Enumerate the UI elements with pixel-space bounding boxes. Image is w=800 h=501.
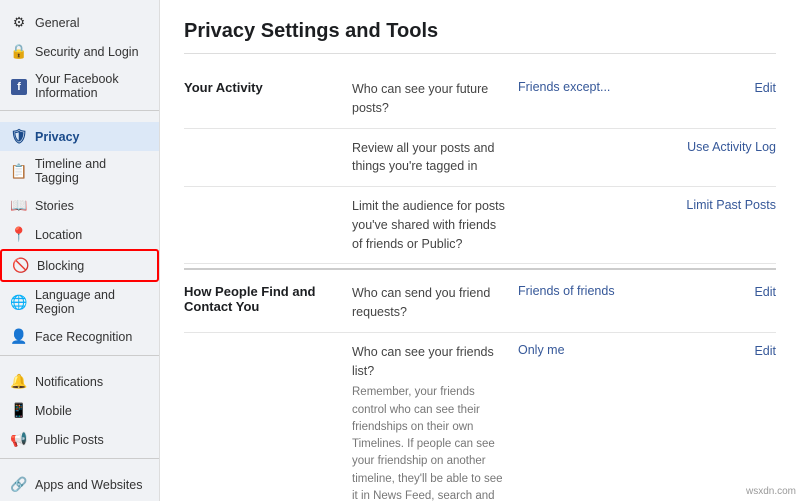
settings-row-friend-requests: How People Find and Contact You Who can s…: [184, 274, 776, 333]
settings-row-activity-log: Review all your posts and things you're …: [184, 129, 776, 188]
row-action-friend-requests[interactable]: Edit: [754, 285, 776, 299]
sidebar-icon-face: 👤: [10, 328, 28, 345]
sidebar-label-apps: Apps and Websites: [35, 478, 142, 492]
sidebar-item-public-posts[interactable]: 📢 Public Posts: [0, 425, 159, 454]
section-label-how-find: How People Find and Contact You: [184, 284, 344, 314]
sidebar-icon-public-posts: 📢: [10, 431, 28, 448]
row-action-col-activity-log: Use Activity Log: [656, 139, 776, 154]
row-action-friends-list[interactable]: Edit: [754, 344, 776, 358]
sidebar-item-face[interactable]: 👤 Face Recognition: [0, 322, 159, 351]
sidebar-label-public-posts: Public Posts: [35, 433, 104, 447]
sidebar-icon-security: 🔒: [10, 43, 28, 60]
sidebar-label-facebook-info: Your Facebook Information: [35, 72, 149, 100]
sidebar-icon-privacy: 🛡: [10, 128, 28, 145]
sidebar-icon-stories: 📖: [10, 197, 28, 214]
section-divider-0: [184, 268, 776, 270]
sidebar-icon-mobile: 📱: [10, 402, 28, 419]
sidebar-label-general: General: [35, 16, 79, 30]
sidebar-label-privacy: Privacy: [35, 130, 79, 144]
row-description-friends-list: Who can see your friends list?Remember, …: [352, 343, 510, 501]
sidebar-item-apps[interactable]: 🔗 Apps and Websites: [0, 470, 159, 499]
sidebar-item-general[interactable]: ⚙ General: [0, 8, 159, 37]
row-desc-text-activity-log: Review all your posts and things you're …: [352, 139, 510, 177]
sidebar-item-blocking[interactable]: 🚫 Blocking: [0, 249, 159, 282]
section-label-your-activity: Your Activity: [184, 80, 344, 95]
sidebar-item-timeline[interactable]: 📋 Timeline and Tagging: [0, 151, 159, 191]
row-action-col-friend-requests: Edit: [656, 284, 776, 299]
sidebar-item-security[interactable]: 🔒 Security and Login: [0, 37, 159, 66]
sidebar-icon-notifications: 🔔: [10, 373, 28, 390]
sidebar-item-stories[interactable]: 📖 Stories: [0, 191, 159, 220]
sidebar-label-location: Location: [35, 228, 82, 242]
row-description-future-posts: Who can see your future posts?: [352, 80, 510, 118]
row-value-friends-list: Only me: [518, 343, 648, 357]
row-desc-text-future-posts: Who can see your future posts?: [352, 80, 510, 118]
settings-row-future-posts: Your Activity Who can see your future pos…: [184, 70, 776, 129]
sidebar-icon-blocking: 🚫: [12, 257, 30, 274]
sidebar-icon-facebook-info: f: [10, 77, 28, 95]
settings-row-limit-past: Limit the audience for posts you've shar…: [184, 187, 776, 264]
row-value-future-posts: Friends except...: [518, 80, 648, 94]
sidebar-label-mobile: Mobile: [35, 404, 72, 418]
row-extra-desc-friends-list: Remember, your friends control who can s…: [352, 384, 510, 501]
main-content: Privacy Settings and Tools Your Activity…: [160, 0, 800, 501]
sidebar-label-timeline: Timeline and Tagging: [35, 157, 149, 185]
sidebar-label-face: Face Recognition: [35, 330, 132, 344]
sidebar-item-language[interactable]: 🌐 Language and Region: [0, 282, 159, 322]
sidebar-label-language: Language and Region: [35, 288, 149, 316]
row-desc-text-friend-requests: Who can send you friend requests?: [352, 284, 510, 322]
sidebar-label-security: Security and Login: [35, 45, 139, 59]
row-description-activity-log: Review all your posts and things you're …: [352, 139, 510, 177]
row-action-limit-past[interactable]: Limit Past Posts: [686, 198, 776, 212]
watermark: wsxdn.com: [746, 486, 796, 497]
row-action-col-friends-list: Edit: [656, 343, 776, 358]
sidebar-label-notifications: Notifications: [35, 375, 103, 389]
sidebar-icon-apps: 🔗: [10, 476, 28, 493]
sidebar-icon-general: ⚙: [10, 14, 28, 31]
sidebar-item-notifications[interactable]: 🔔 Notifications: [0, 367, 159, 396]
row-action-activity-log[interactable]: Use Activity Log: [687, 140, 776, 154]
sidebar-item-facebook-info[interactable]: f Your Facebook Information: [0, 66, 159, 106]
sidebar-icon-location: 📍: [10, 226, 28, 243]
sidebar-item-privacy[interactable]: 🛡 Privacy: [0, 122, 159, 151]
sidebar-icon-timeline: 📋: [10, 163, 28, 180]
row-description-limit-past: Limit the audience for posts you've shar…: [352, 197, 510, 253]
row-action-col-future-posts: Edit: [656, 80, 776, 95]
row-action-future-posts[interactable]: Edit: [754, 81, 776, 95]
sidebar: ⚙ General 🔒 Security and Login f Your Faceboo…: [0, 0, 160, 501]
sidebar-icon-language: 🌐: [10, 294, 28, 311]
settings-row-friends-list: Who can see your friends list?Remember, …: [184, 333, 776, 501]
row-action-col-limit-past: Limit Past Posts: [656, 197, 776, 212]
page-title: Privacy Settings and Tools: [184, 20, 776, 54]
row-description-friend-requests: Who can send you friend requests?: [352, 284, 510, 322]
sidebar-item-location[interactable]: 📍 Location: [0, 220, 159, 249]
row-desc-text-limit-past: Limit the audience for posts you've shar…: [352, 197, 510, 253]
settings-container: Your Activity Who can see your future pos…: [184, 70, 776, 501]
row-desc-text-friends-list: Who can see your friends list?: [352, 343, 510, 381]
sidebar-label-stories: Stories: [35, 199, 74, 213]
sidebar-item-mobile[interactable]: 📱 Mobile: [0, 396, 159, 425]
row-value-friend-requests: Friends of friends: [518, 284, 648, 298]
sidebar-label-blocking: Blocking: [37, 259, 84, 273]
